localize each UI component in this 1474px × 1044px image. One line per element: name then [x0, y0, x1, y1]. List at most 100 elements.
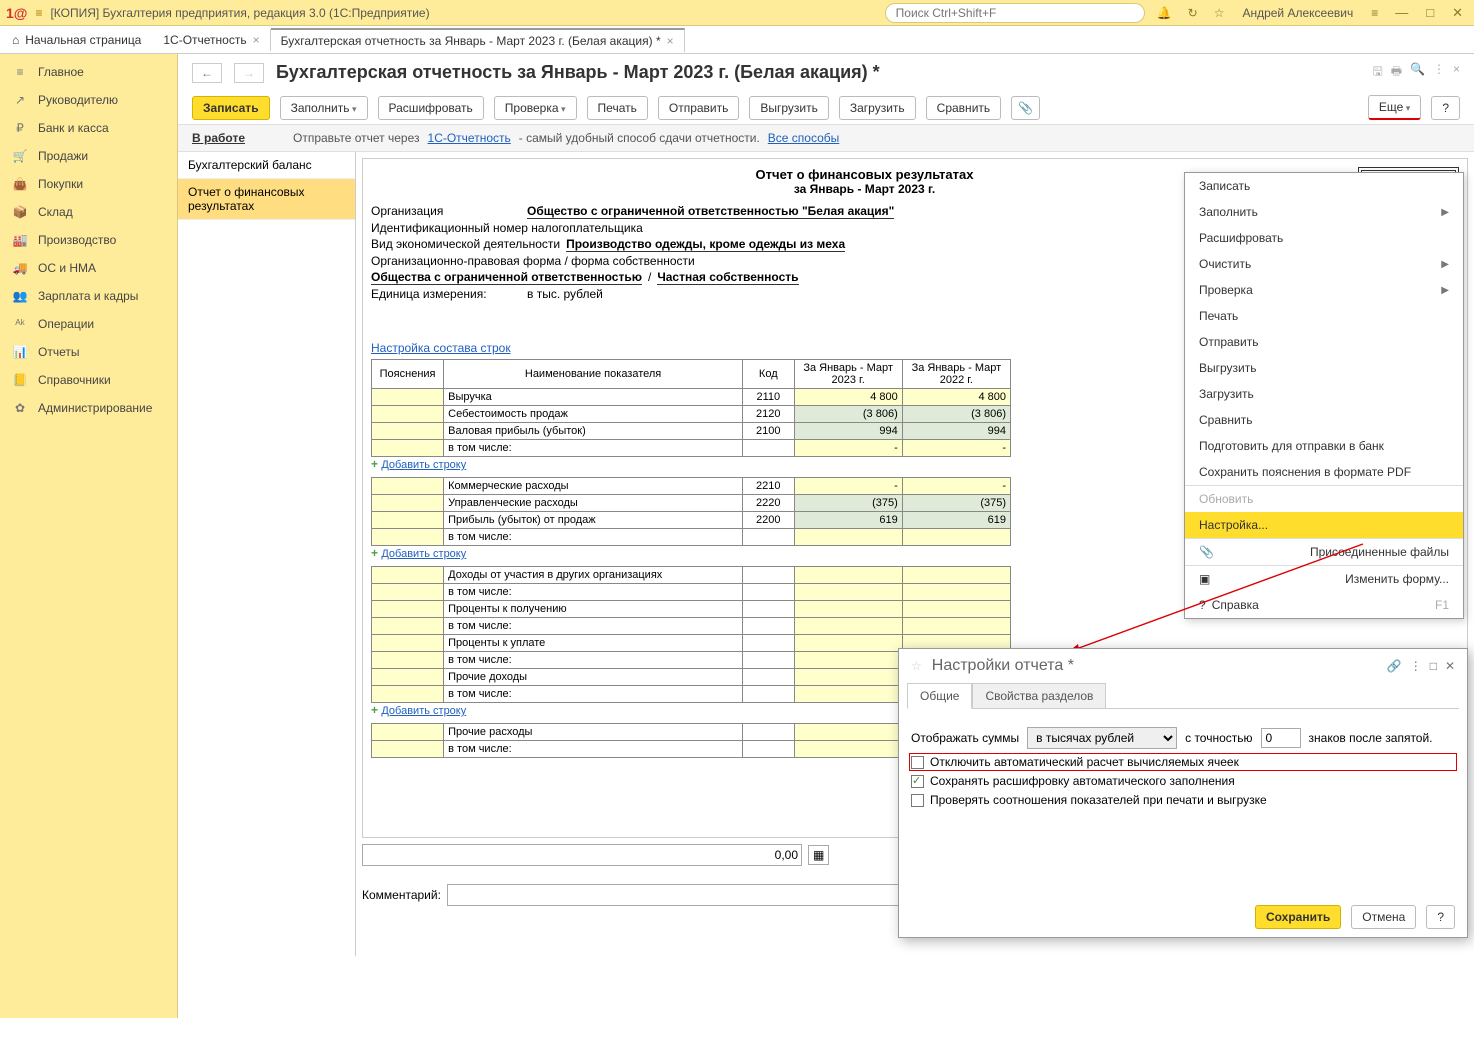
close-window-icon[interactable]: ✕ [1452, 5, 1463, 21]
cell-explanation[interactable] [372, 512, 444, 529]
cell-val2[interactable] [902, 529, 1010, 546]
cell-explanation[interactable] [372, 440, 444, 457]
sidebar-item[interactable]: ≡Главное [0, 58, 177, 86]
link-icon[interactable]: 🔗 [1387, 659, 1402, 673]
cell-explanation[interactable] [372, 389, 444, 406]
cell-explanation[interactable] [372, 567, 444, 584]
cell-val1[interactable]: 994 [794, 423, 902, 440]
cell-val1[interactable] [794, 529, 902, 546]
user-name[interactable]: Андрей Алексеевич [1242, 6, 1353, 20]
cell-explanation[interactable] [372, 669, 444, 686]
sidebar-item[interactable]: 📊Отчеты [0, 338, 177, 366]
help-button[interactable]: ? [1431, 96, 1460, 120]
cell-val1[interactable] [794, 652, 902, 669]
sidebar-item[interactable]: ᴬᵏОперации [0, 310, 177, 338]
cell-val1[interactable]: - [794, 440, 902, 457]
sidebar-item[interactable]: 📒Справочники [0, 366, 177, 394]
menu-import[interactable]: Загрузить [1185, 381, 1463, 407]
modal-help-button[interactable]: ? [1426, 905, 1455, 929]
add-row-link[interactable]: Добавить строку [381, 459, 466, 471]
cell-val2[interactable]: (375) [902, 495, 1010, 512]
menu-write[interactable]: Записать [1185, 173, 1463, 199]
menu-prepare-bank[interactable]: Подготовить для отправки в банк [1185, 433, 1463, 459]
menu-settings[interactable]: Настройка... [1185, 512, 1463, 538]
cell-val1[interactable]: 619 [794, 512, 902, 529]
sidebar-item[interactable]: 🏭Производство [0, 226, 177, 254]
cell-val1[interactable]: (3 806) [794, 406, 902, 423]
cell-explanation[interactable] [372, 423, 444, 440]
menu-export[interactable]: Выгрузить [1185, 355, 1463, 381]
cell-explanation[interactable] [372, 495, 444, 512]
sidebar-item[interactable]: ✿Администрирование [0, 394, 177, 422]
section-financial-results[interactable]: Отчет о финансовых результатах [178, 179, 355, 220]
add-row-link[interactable]: Добавить строку [381, 548, 466, 560]
export-button[interactable]: Выгрузить [749, 96, 829, 120]
cell-val2[interactable] [902, 584, 1010, 601]
write-button[interactable]: Записать [192, 96, 270, 120]
cell-val1[interactable] [794, 601, 902, 618]
menu-fill[interactable]: Заполнить▶ [1185, 199, 1463, 225]
checkbox-save-decrypt[interactable]: Сохранять расшифровку автоматического за… [911, 774, 1455, 788]
more-button[interactable]: Еще [1368, 95, 1421, 120]
cell-explanation[interactable] [372, 584, 444, 601]
minimize-icon[interactable]: — [1395, 5, 1408, 20]
sidebar-item[interactable]: 👥Зарплата и кадры [0, 282, 177, 310]
cell-val1[interactable] [794, 635, 902, 652]
menu-change-form[interactable]: ▣Изменить форму... [1185, 566, 1463, 592]
cell-val1[interactable] [794, 724, 902, 741]
tab-reporting[interactable]: 1С-Отчетность× [153, 29, 270, 51]
cell-explanation[interactable] [372, 601, 444, 618]
cell-explanation[interactable] [372, 724, 444, 741]
maximize-icon[interactable]: □ [1430, 659, 1437, 673]
config-rows-link[interactable]: Настройка состава строк [371, 341, 511, 355]
sidebar-item[interactable]: 🛒Продажи [0, 142, 177, 170]
cell-explanation[interactable] [372, 741, 444, 758]
compare-button[interactable]: Сравнить [926, 96, 1001, 120]
cell-val1[interactable]: - [794, 478, 902, 495]
modal-save-button[interactable]: Сохранить [1255, 905, 1341, 929]
cell-explanation[interactable] [372, 652, 444, 669]
nav-back-button[interactable]: ← [192, 63, 222, 83]
cell-val1[interactable] [794, 741, 902, 758]
tab-home[interactable]: ⌂Начальная страница [0, 29, 153, 51]
cell-val1[interactable] [794, 686, 902, 703]
cell-val2[interactable] [902, 567, 1010, 584]
import-button[interactable]: Загрузить [839, 96, 916, 120]
star-icon[interactable]: ☆ [911, 659, 922, 673]
numeric-input[interactable] [362, 844, 802, 866]
tab-accounting-report[interactable]: Бухгалтерская отчетность за Январь - Мар… [271, 28, 685, 52]
sum-select[interactable]: в тысячах рублей [1027, 727, 1177, 749]
cell-explanation[interactable] [372, 635, 444, 652]
attach-icon[interactable]: 📎 [1011, 96, 1040, 120]
menu-check[interactable]: Проверка▶ [1185, 277, 1463, 303]
kebab-icon[interactable]: ⋮ [1410, 659, 1422, 673]
menu-print[interactable]: Печать [1185, 303, 1463, 329]
sidebar-item[interactable]: 📦Склад [0, 198, 177, 226]
checkbox-icon[interactable] [911, 794, 924, 807]
modal-tab-sections[interactable]: Свойства разделов [972, 683, 1106, 708]
cell-val1[interactable] [794, 567, 902, 584]
close-icon[interactable]: × [253, 33, 260, 47]
menu-clear[interactable]: Очистить▶ [1185, 251, 1463, 277]
close-modal-icon[interactable]: ✕ [1445, 659, 1455, 673]
cell-val1[interactable]: (375) [794, 495, 902, 512]
checkbox-icon[interactable] [911, 775, 924, 788]
plus-icon[interactable]: + [371, 546, 378, 560]
cell-val2[interactable] [902, 618, 1010, 635]
link-1c-report[interactable]: 1С-Отчетность [428, 131, 511, 145]
decorator-icon[interactable]: ▦ [808, 845, 829, 865]
menu-send[interactable]: Отправить [1185, 329, 1463, 355]
check-button[interactable]: Проверка [494, 96, 577, 120]
plus-icon[interactable]: + [371, 457, 378, 471]
modal-tab-general[interactable]: Общие [907, 683, 972, 709]
history-icon[interactable]: ↻ [1188, 6, 1198, 20]
cell-explanation[interactable] [372, 618, 444, 635]
cell-val1[interactable]: 4 800 [794, 389, 902, 406]
sidebar-item[interactable]: 🚚ОС и НМА [0, 254, 177, 282]
send-button[interactable]: Отправить [658, 96, 740, 120]
add-row-link[interactable]: Добавить строку [381, 705, 466, 717]
close-doc-icon[interactable]: × [1453, 62, 1460, 83]
section-balance[interactable]: Бухгалтерский баланс [178, 152, 355, 179]
preview-icon[interactable]: 🔍 [1410, 62, 1425, 83]
menu-compare[interactable]: Сравнить [1185, 407, 1463, 433]
